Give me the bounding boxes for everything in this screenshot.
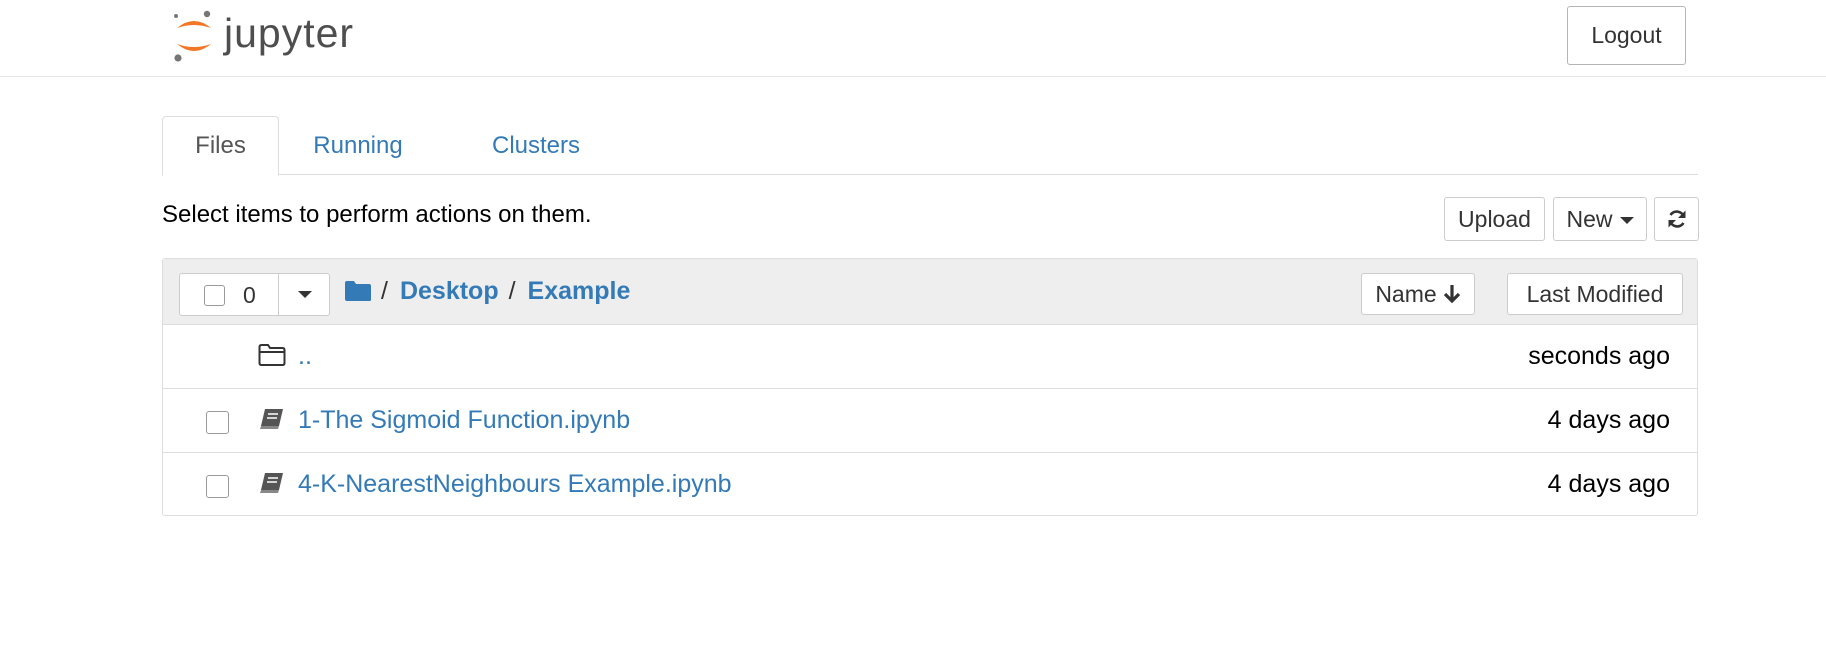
select-all-group: 0 xyxy=(179,273,330,316)
sort-by-name-button[interactable]: Name xyxy=(1361,273,1475,315)
selection-hint: Select items to perform actions on them. xyxy=(162,201,592,228)
folder-open-outline-icon xyxy=(258,344,286,366)
list-item: 1-The Sigmoid Function.ipynb 4 days ago xyxy=(163,389,1697,453)
list-item: .. seconds ago xyxy=(163,325,1697,389)
sort-by-last-modified-button[interactable]: Last Modified xyxy=(1507,273,1683,315)
jupyter-logo-icon xyxy=(174,10,211,62)
breadcrumb-desktop[interactable]: Desktop xyxy=(400,277,499,306)
refresh-button[interactable] xyxy=(1654,197,1699,241)
file-list: 0 / Desktop / Example Name Last Modified xyxy=(162,258,1698,516)
new-button-label: New xyxy=(1566,205,1613,232)
upload-button[interactable]: Upload xyxy=(1444,197,1545,241)
tab-clusters[interactable]: Clusters xyxy=(471,116,601,176)
caret-down-icon xyxy=(1619,216,1634,224)
sort-name-label: Name xyxy=(1375,280,1437,307)
tab-running[interactable]: Running xyxy=(293,116,423,176)
breadcrumb: / Desktop / Example xyxy=(345,271,630,311)
refresh-icon xyxy=(1668,210,1685,228)
list-item: 4-K-NearestNeighbours Example.ipynb 4 da… xyxy=(163,453,1697,517)
file-list-header: 0 / Desktop / Example Name Last Modified xyxy=(163,259,1697,325)
breadcrumb-separator: / xyxy=(381,276,388,305)
header-bar: jupyter Logout xyxy=(0,0,1826,77)
tab-bar: Files Running Clusters xyxy=(162,116,1698,176)
notebook-icon xyxy=(260,409,283,429)
selected-count: 0 xyxy=(243,282,256,308)
select-all-checkbox[interactable] xyxy=(204,285,225,306)
jupyter-logo[interactable]: jupyter xyxy=(170,6,354,66)
logo-text: jupyter xyxy=(224,9,355,56)
notebook-icon xyxy=(260,473,283,493)
item-modified-time: 4 days ago xyxy=(1547,470,1670,498)
caret-down-icon xyxy=(297,291,312,298)
item-modified-time: 4 days ago xyxy=(1547,406,1670,434)
arrow-down-icon xyxy=(1443,285,1460,304)
item-modified-time: seconds ago xyxy=(1528,342,1670,370)
folder-icon[interactable] xyxy=(345,280,371,302)
item-name-link[interactable]: .. xyxy=(298,342,312,371)
logout-button[interactable]: Logout xyxy=(1567,6,1686,65)
tab-files[interactable]: Files xyxy=(162,116,279,176)
item-name-link[interactable]: 4-K-NearestNeighbours Example.ipynb xyxy=(298,470,732,499)
item-checkbox[interactable] xyxy=(206,475,229,498)
select-dropdown-button[interactable] xyxy=(278,274,330,315)
breadcrumb-separator: / xyxy=(508,276,516,305)
new-dropdown-button[interactable]: New xyxy=(1553,197,1647,241)
item-name-link[interactable]: 1-The Sigmoid Function.ipynb xyxy=(298,406,630,435)
breadcrumb-example[interactable]: Example xyxy=(528,277,631,306)
item-checkbox[interactable] xyxy=(206,411,229,434)
